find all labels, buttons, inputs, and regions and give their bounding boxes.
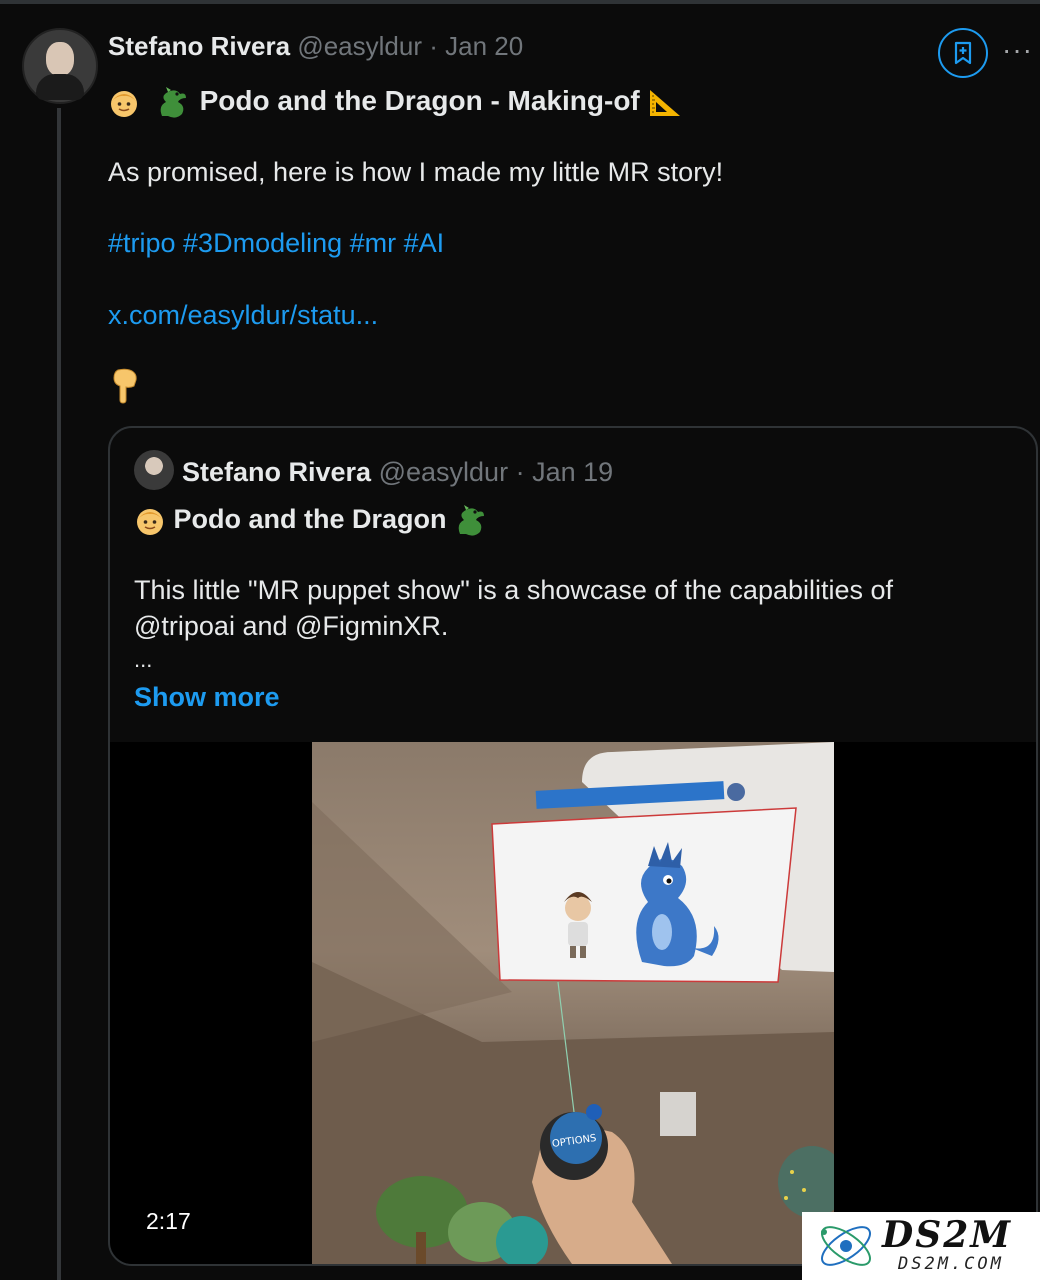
pointing-down-emoji-icon — [110, 368, 140, 409]
video-player[interactable]: OPTIONS 2:17 — [110, 742, 1036, 1264]
tweet-hashtags[interactable]: #tripo #3Dmodeling #mr #AI — [108, 226, 444, 260]
watermark-logo: DS2M DS2M.COM — [802, 1212, 1040, 1280]
quoted-tweet-body: This little "MR puppet show" is a showca… — [134, 575, 894, 641]
video-still: OPTIONS — [312, 742, 834, 1264]
quoted-title-text: Podo and the Dragon — [173, 504, 447, 534]
author-avatar[interactable] — [22, 28, 98, 104]
video-duration: 2:17 — [146, 1208, 191, 1234]
thread-line — [57, 108, 61, 1280]
video-frame[interactable]: OPTIONS — [312, 742, 834, 1264]
quoted-author-handle[interactable]: @easyldur — [379, 457, 508, 487]
quoted-author-name[interactable]: Stefano Rivera — [182, 457, 371, 487]
show-more-link[interactable]: Show more — [134, 680, 280, 714]
quoted-author-avatar[interactable] — [134, 450, 174, 490]
quoted-tweet-card[interactable]: Stefano Rivera @easyldur · Jan 19 Podo a… — [108, 426, 1038, 1266]
quoted-tweet-header: Stefano Rivera @easyldur · Jan 19 — [182, 456, 613, 488]
top-divider — [0, 0, 1040, 4]
dragon-emoji-icon — [458, 504, 485, 536]
tweet-date[interactable]: Jan 20 — [445, 31, 523, 61]
author-handle[interactable]: @easyldur — [297, 31, 422, 61]
quoted-header-separator: · — [515, 457, 525, 487]
tweet-header: Stefano Rivera @easyldur · Jan 20 — [108, 30, 523, 62]
tweet-title: Podo and the Dragon - Making-of — [108, 84, 682, 120]
quoted-tweet-title: Podo and the Dragon — [134, 502, 490, 538]
author-name[interactable]: Stefano Rivera — [108, 31, 290, 61]
quoted-ellipsis: ... — [134, 647, 153, 672]
triangle-ruler-emoji-icon — [649, 89, 680, 116]
more-options-button[interactable]: ··· — [1002, 34, 1033, 66]
boy-emoji-icon — [111, 90, 137, 117]
boy-emoji-icon — [137, 508, 163, 535]
watermark-text: DS2M — [882, 1214, 1013, 1256]
watermark-subtext: DS2M.COM — [898, 1254, 1004, 1274]
bookmark-button[interactable] — [938, 28, 988, 78]
quoted-tweet-date[interactable]: Jan 19 — [532, 457, 613, 487]
dragon-emoji-icon — [160, 86, 186, 118]
header-separator: · — [429, 31, 438, 61]
tweet-title-text: Podo and the Dragon - Making-of — [199, 85, 640, 116]
atom-logo-icon — [821, 1226, 871, 1266]
tweet-link[interactable]: x.com/easyldur/statu... — [108, 298, 378, 332]
bookmark-add-icon — [954, 41, 972, 65]
tweet-body: As promised, here is how I made my littl… — [108, 157, 724, 187]
